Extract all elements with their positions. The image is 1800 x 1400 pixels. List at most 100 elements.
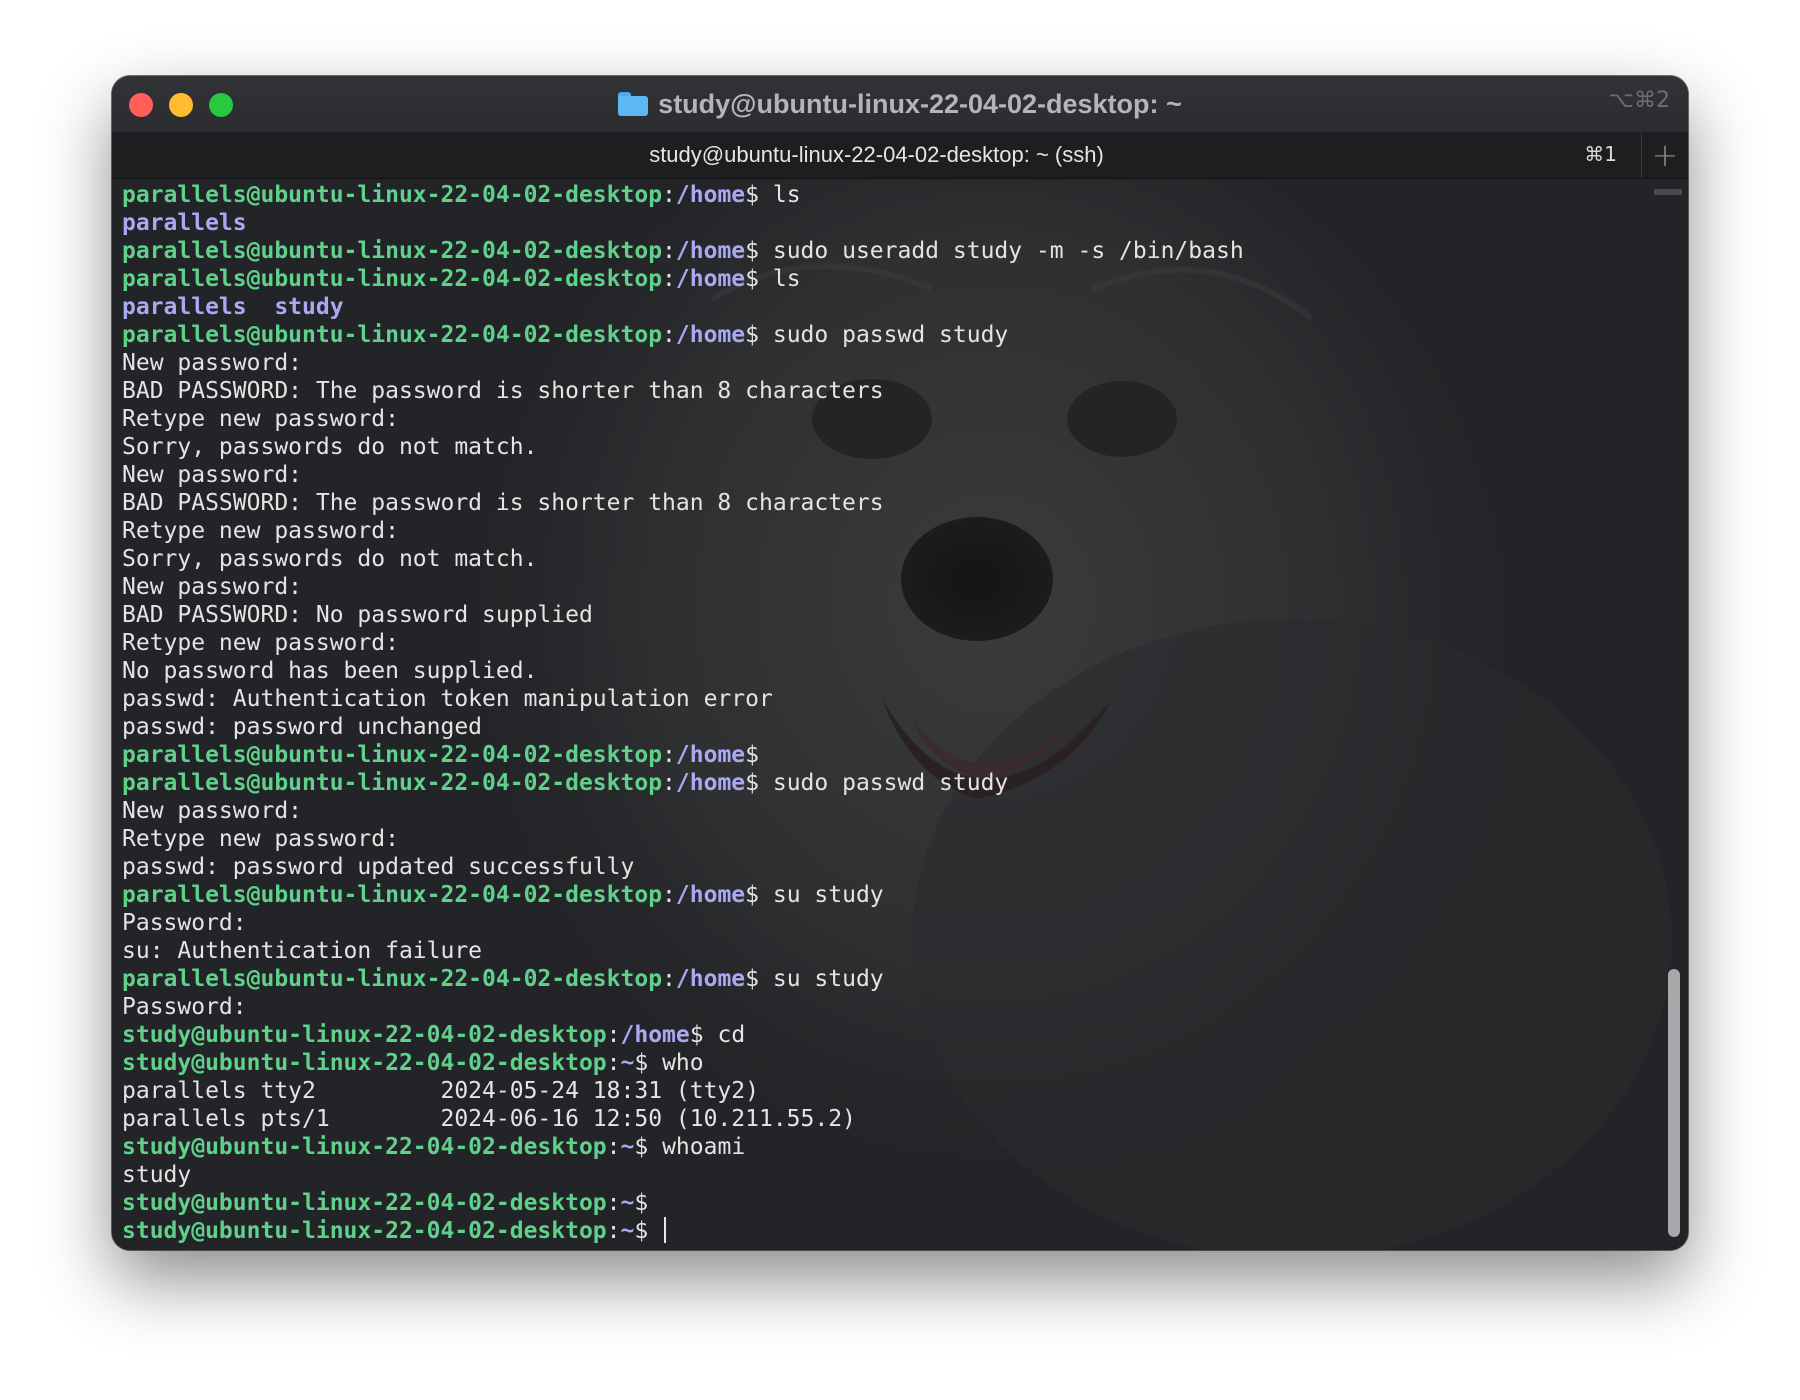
prompt-user-host: study@ubuntu-linux-22-04-02-desktop: [122, 1190, 607, 1216]
command-text: whoami: [662, 1134, 746, 1160]
prompt-line: study@ubuntu-linux-22-04-02-desktop:/hom…: [122, 1021, 1244, 1049]
prompt-line: parallels@ubuntu-linux-22-04-02-desktop:…: [122, 265, 1244, 293]
tab-ssh[interactable]: study@ubuntu-linux-22-04-02-desktop: ~ (…: [112, 132, 1642, 178]
command-text: sudo passwd study: [772, 322, 1009, 348]
prompt-path: /home: [675, 238, 746, 264]
output-line: Sorry, passwords do not match.: [122, 433, 1244, 461]
output-text: New password:: [122, 462, 303, 488]
output-text: New password:: [122, 574, 303, 600]
output-text: passwd: password updated successfully: [122, 854, 635, 880]
prompt-path: /home: [675, 182, 746, 208]
output-line: study: [122, 1161, 1244, 1189]
prompt-line: parallels@ubuntu-linux-22-04-02-desktop:…: [122, 769, 1244, 797]
window-title: study@ubuntu-linux-22-04-02-desktop: ~: [658, 88, 1182, 119]
directory-listing: parallels: [122, 209, 1244, 237]
output-text: Password:: [122, 910, 247, 936]
output-text: Retype new password:: [122, 630, 399, 656]
prompt-user-host: study@ubuntu-linux-22-04-02-desktop: [122, 1134, 607, 1160]
output-text: su: Authentication failure: [122, 938, 483, 964]
prompt-separator: :: [662, 770, 676, 796]
prompt-user-host: parallels@ubuntu-linux-22-04-02-desktop: [122, 882, 663, 908]
terminal-area[interactable]: parallels@ubuntu-linux-22-04-02-desktop:…: [112, 179, 1688, 1250]
command-text: su study: [772, 966, 884, 992]
output-text: New password:: [122, 350, 303, 376]
window-title-group: study@ubuntu-linux-22-04-02-desktop: ~: [112, 76, 1688, 132]
prompt-path: /home: [675, 770, 746, 796]
output-text: New password:: [122, 798, 303, 824]
prompt-path: /home: [675, 742, 746, 768]
prompt-separator: :: [662, 266, 676, 292]
prompt-separator: :: [606, 1134, 621, 1160]
prompt-user-host: study@ubuntu-linux-22-04-02-desktop: [122, 1022, 607, 1048]
prompt-separator: :: [662, 322, 676, 348]
output-text: passwd: password unchanged: [122, 714, 483, 740]
prompt-symbol: $: [634, 1218, 663, 1244]
scrollbar-thumb[interactable]: [1668, 969, 1680, 1237]
output-text: parallels pts/1 2024-06-16 12:50 (10.211…: [122, 1106, 856, 1132]
prompt-line: parallels@ubuntu-linux-22-04-02-desktop:…: [122, 881, 1244, 909]
command-text: cd: [717, 1022, 746, 1048]
output-text: BAD PASSWORD: No password supplied: [122, 602, 593, 628]
prompt-line: study@ubuntu-linux-22-04-02-desktop:~$ w…: [122, 1133, 1244, 1161]
output-line: No password has been supplied.: [122, 657, 1244, 685]
prompt-path: ~: [620, 1050, 635, 1076]
prompt-line: study@ubuntu-linux-22-04-02-desktop:~$ w…: [122, 1049, 1244, 1077]
output-line: passwd: Authentication token manipulatio…: [122, 685, 1244, 713]
prompt-path: /home: [675, 966, 746, 992]
prompt-separator: :: [662, 882, 676, 908]
command-text: ls: [772, 266, 801, 292]
output-text: parallels tty2 2024-05-24 18:31 (tty2): [122, 1078, 759, 1104]
title-bar[interactable]: study@ubuntu-linux-22-04-02-desktop: ~ ⌥…: [112, 76, 1688, 132]
directory-listing: parallels study: [122, 293, 1244, 321]
output-text: Retype new password:: [122, 826, 399, 852]
output-line: Sorry, passwords do not match.: [122, 545, 1244, 573]
prompt-separator: :: [662, 238, 676, 264]
prompt-line: study@ubuntu-linux-22-04-02-desktop:~$: [122, 1189, 1244, 1217]
prompt-path: ~: [620, 1190, 635, 1216]
prompt-symbol: $: [634, 1050, 663, 1076]
prompt-symbol: $: [745, 742, 760, 768]
output-line: New password:: [122, 349, 1244, 377]
output-line: Password:: [122, 909, 1244, 937]
prompt-symbol: $: [745, 882, 773, 908]
prompt-path: /home: [675, 266, 746, 292]
prompt-user-host: parallels@ubuntu-linux-22-04-02-desktop: [122, 966, 663, 992]
output-text: Sorry, passwords do not match.: [122, 546, 538, 572]
tab-label: study@ubuntu-linux-22-04-02-desktop: ~ (…: [649, 142, 1104, 167]
prompt-symbol: $: [745, 322, 773, 348]
tab-shortcut: ⌘1: [1584, 142, 1617, 166]
scrollbar[interactable]: [1654, 189, 1682, 1241]
prompt-separator: :: [662, 742, 676, 768]
output-line: BAD PASSWORD: The password is shorter th…: [122, 489, 1244, 517]
output-text: Retype new password:: [122, 406, 399, 432]
new-tab-button[interactable]: +: [1642, 132, 1688, 178]
prompt-line: parallels@ubuntu-linux-22-04-02-desktop:…: [122, 321, 1244, 349]
output-text: No password has been supplied.: [122, 658, 538, 684]
prompt-line: parallels@ubuntu-linux-22-04-02-desktop:…: [122, 965, 1244, 993]
output-line: parallels tty2 2024-05-24 18:31 (tty2): [122, 1077, 1244, 1105]
output-text: Sorry, passwords do not match.: [122, 434, 538, 460]
terminal-window: study@ubuntu-linux-22-04-02-desktop: ~ ⌥…: [112, 76, 1688, 1250]
prompt-user-host: study@ubuntu-linux-22-04-02-desktop: [122, 1218, 607, 1244]
text-cursor: [664, 1217, 667, 1243]
directory-names: parallels: [122, 210, 247, 236]
output-line: Retype new password:: [122, 825, 1244, 853]
prompt-user-host: parallels@ubuntu-linux-22-04-02-desktop: [122, 266, 663, 292]
output-line: New password:: [122, 461, 1244, 489]
output-text: BAD PASSWORD: The password is shorter th…: [122, 378, 884, 404]
output-line: Retype new password:: [122, 517, 1244, 545]
prompt-separator: :: [606, 1022, 621, 1048]
prompt-symbol: $: [634, 1190, 649, 1216]
prompt-symbol: $: [689, 1022, 718, 1048]
prompt-symbol: $: [745, 182, 773, 208]
output-text: passwd: Authentication token manipulatio…: [122, 686, 773, 712]
prompt-separator: :: [662, 966, 676, 992]
output-text: BAD PASSWORD: The password is shorter th…: [122, 490, 884, 516]
prompt-path: /home: [675, 882, 746, 908]
prompt-symbol: $: [745, 238, 773, 264]
command-text: sudo useradd study -m -s /bin/bash: [772, 238, 1244, 264]
terminal-output: parallels@ubuntu-linux-22-04-02-desktop:…: [122, 181, 1244, 1245]
prompt-user-host: study@ubuntu-linux-22-04-02-desktop: [122, 1050, 607, 1076]
output-line: passwd: password unchanged: [122, 713, 1244, 741]
scrollbar-top-marker: [1654, 189, 1682, 195]
